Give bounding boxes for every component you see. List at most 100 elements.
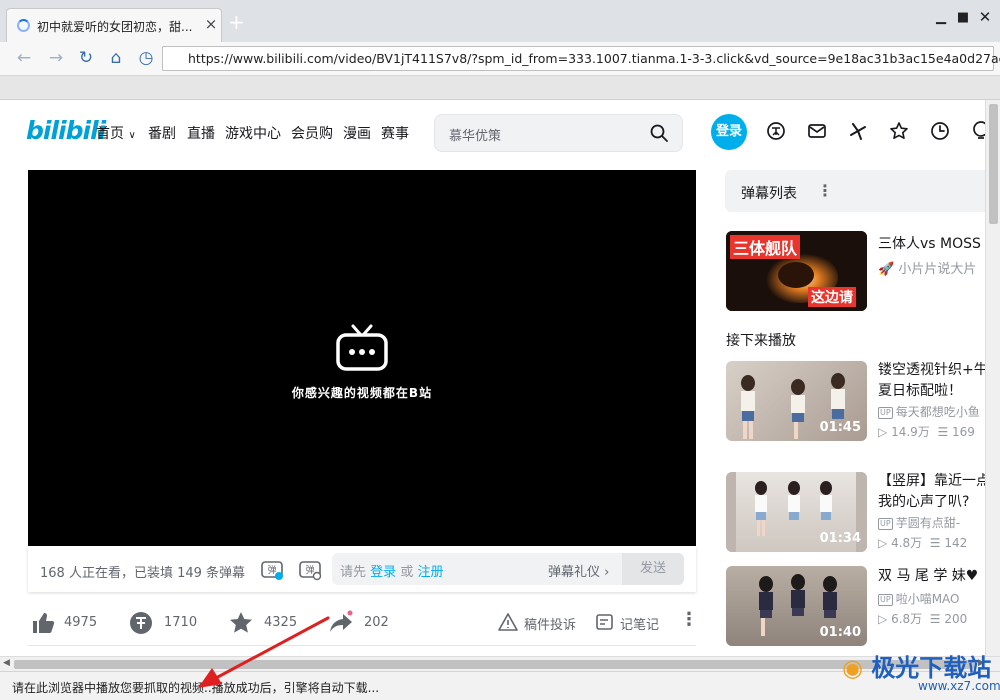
viewer-count: 168 人正在看，已装填 149 条弹幕 [40,566,246,581]
url-text: https://www.bilibili.com/video/BV1jT411S… [188,51,1000,66]
new-tab-icon[interactable]: + [228,12,245,32]
back-icon[interactable]: ← [12,47,36,69]
note-link[interactable]: 记笔记 [620,614,659,633]
note-icon[interactable] [595,612,615,632]
video-player[interactable]: 你感兴趣的视频都在B站 [28,170,696,546]
report-link[interactable]: 稿件投诉 [524,614,576,633]
report-warning-icon[interactable] [498,612,518,632]
browser-toolbar: ← → ↻ ⌂ ◷ https://www.bilibili.com/video… [0,42,1000,76]
watermark-logo-icon: ◉ [842,654,863,682]
reload-icon[interactable]: ↻ [74,47,98,69]
play-count-icon: ▷ [878,425,888,439]
message-icon[interactable] [806,120,828,142]
history-icon[interactable]: ◷ [134,47,158,69]
nav-game-center[interactable]: 游戏中心 [225,123,281,143]
rec-stats: ▷ 14.9万 ☰ 169 [878,425,975,439]
danmaku-list-panel[interactable]: 弹幕列表 ⋮ [725,170,985,212]
danmaku-settings-icon[interactable]: 弹 [298,557,322,581]
rec-thumbnail[interactable]: 01:45 [726,361,867,441]
svg-text:弹: 弹 [267,564,276,576]
danmaku-count-icon: ☰ [937,425,949,439]
rec-title[interactable]: 镂空透视针织+牛 夏日标配啦！ [878,360,988,402]
favorites-star-icon[interactable] [888,120,910,142]
ad-thumbnail[interactable]: 三体舰队 这边请 [726,231,867,311]
nav-member-shop[interactable]: 会员购 [291,123,333,143]
tab-title: 初中就爱听的女团初恋，甜... [37,20,193,34]
vertical-scroll-thumb[interactable] [989,104,998,224]
video-duration: 01:45 [819,420,861,435]
danmaku-count-icon: ☰ [929,536,941,550]
horizontal-scroll-thumb[interactable] [14,660,974,669]
chevron-down-icon: ∨ [128,130,136,141]
danmaku-send-bar: 168 人正在看，已装填 149 条弹幕 弹 弹 请先 登录 或 注册 弹幕礼仪… [28,546,696,592]
forward-icon[interactable]: → [44,47,68,69]
vip-icon[interactable] [765,120,787,142]
bilibili-logo[interactable]: bilibili [26,116,106,145]
rec-title[interactable]: 【竖屏】靠近一点 我的心声了叭? [878,471,988,513]
danmaku-register-link[interactable]: 注册 [417,565,443,580]
rec-stats: ▷ 6.8万 ☰ 200 [878,612,968,626]
search-icon[interactable] [649,123,669,143]
maximize-window-icon[interactable]: ■ [954,10,972,25]
search-input[interactable]: 慕华优策 [449,125,501,144]
play-count-icon: ▷ [878,612,888,626]
bilibili-tv-icon [336,324,388,371]
danmaku-more-icon[interactable]: ⋮ [817,181,833,200]
loading-spinner-icon [17,19,30,32]
close-tab-icon[interactable]: × [203,15,219,33]
nav-home[interactable]: 首页 ∨ [96,123,136,143]
home-icon[interactable]: ⌂ [104,47,128,69]
play-count-icon: ▷ [878,536,888,550]
rec-uploader[interactable]: UP 芋圆有点甜- [878,514,960,531]
up-badge-icon: UP [878,407,893,419]
dynamic-icon[interactable] [847,120,869,142]
vertical-scrollbar[interactable] [985,100,1000,656]
danmaku-placeholder: 请先 登录 或 注册 [340,565,444,580]
danmaku-etiquette-link[interactable]: 弹幕礼仪 › [548,561,609,580]
ad-title[interactable]: 三体人vs MOSS [878,233,981,253]
address-bar[interactable]: https://www.bilibili.com/video/BV1jT411S… [162,46,1000,71]
browser-tab[interactable]: 初中就爱听的女团初恋，甜... × [6,8,222,42]
danmaku-login-link[interactable]: 登录 [370,565,396,580]
video-duration: 01:34 [819,531,861,546]
rec-uploader[interactable]: UP 啦小喵MAO [878,590,960,607]
danmaku-toggle-icon[interactable]: 弹 [260,557,284,581]
browser-tab-bar: 初中就爱听的女团初恋，甜... × + ▁ ■ ✕ [0,0,1000,42]
nav-anime[interactable]: 番剧 [148,123,176,143]
scroll-left-icon[interactable]: ◀ [3,658,10,668]
nav-manga[interactable]: 漫画 [343,123,371,143]
login-button[interactable]: 登录 [711,114,747,150]
danmaku-count-icon: ☰ [929,612,941,626]
search-box[interactable]: 慕华优策 [434,114,683,152]
like-icon[interactable] [30,610,56,636]
share-count: 202 [364,615,389,630]
ad-thumb-text-1: 三体舰队 [730,235,801,259]
creator-bulb-icon[interactable] [970,120,985,142]
history-clock-icon[interactable] [929,120,951,142]
up-badge-icon: UP [878,518,893,530]
danmaku-list-title: 弹幕列表 [741,186,797,202]
player-caption: 你感兴趣的视频都在B站 [291,386,433,400]
rec-thumbnail[interactable]: 01:34 [726,472,867,552]
rec-thumbnail[interactable]: 01:40 [726,566,867,646]
site-header: bilibili 首页 ∨ 番剧 直播 游戏中心 会员购 漫画 赛事 慕华优策 … [0,100,985,164]
rocket-icon: 🚀 [878,262,895,277]
svg-text:弹: 弹 [305,564,314,576]
close-window-icon[interactable]: ✕ [976,8,994,26]
nav-live[interactable]: 直播 [187,123,215,143]
browser-bookmark-strip [0,76,1000,100]
video-duration: 01:40 [819,625,861,640]
danmaku-input[interactable]: 请先 登录 或 注册 弹幕礼仪 › 发送 [332,553,684,585]
more-options-icon[interactable]: ⋮ [680,609,698,630]
rec-stats: ▷ 4.8万 ☰ 142 [878,536,968,550]
coin-icon[interactable] [128,610,154,636]
rec-title[interactable]: 双 马 尾 学 妹♥ [878,566,988,587]
send-danmaku-button[interactable]: 发送 [622,553,684,585]
ad-uploader[interactable]: 🚀 小片片说大片 [878,258,976,277]
nav-esports[interactable]: 赛事 [381,123,409,143]
ad-thumb-text-2: 这边请 [808,287,856,307]
minimize-window-icon[interactable]: ▁ [932,10,950,25]
rec-uploader[interactable]: UP 每天都想吃小鱼 [878,403,980,420]
watermark-url: www.xz7.com [918,679,1000,693]
up-badge-icon: UP [878,594,893,606]
